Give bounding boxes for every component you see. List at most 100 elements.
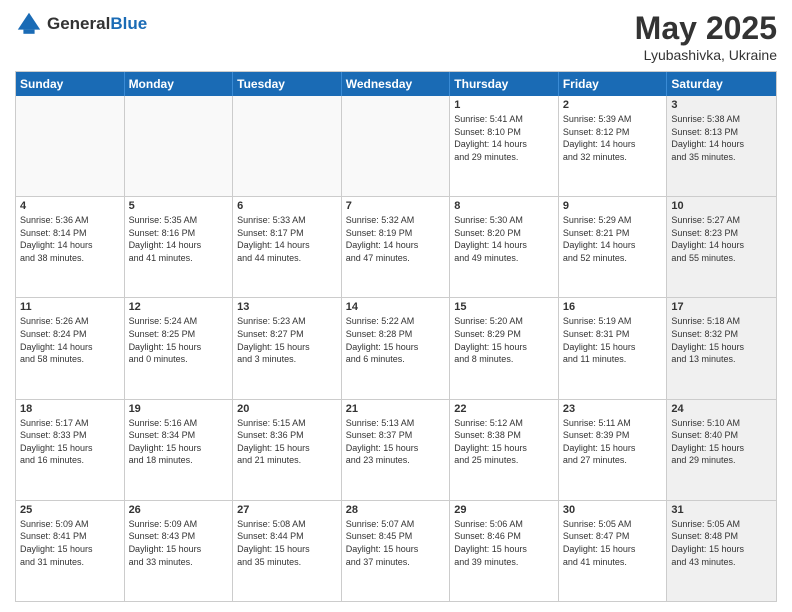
- cell-text: Sunrise: 5:05 AM Sunset: 8:47 PM Dayligh…: [563, 518, 663, 568]
- cell-text: Sunrise: 5:09 AM Sunset: 8:43 PM Dayligh…: [129, 518, 229, 568]
- day-number: 8: [454, 200, 554, 212]
- cal-cell: 27 Sunrise: 5:08 AM Sunset: 8:44 PM Dayli…: [233, 501, 342, 601]
- cal-cell: 16 Sunrise: 5:19 AM Sunset: 8:31 PM Dayli…: [559, 298, 668, 398]
- week-row-4: 25Sunrise: 5:09 AM Sunset: 8:41 PM Dayli…: [16, 501, 776, 601]
- day-number: 27: [237, 504, 337, 516]
- cell-text: Sunrise: 5:06 AM Sunset: 8:46 PM Dayligh…: [454, 518, 554, 568]
- cell-text: Sunrise: 5:27 AM Sunset: 8:23 PM Dayligh…: [671, 214, 772, 264]
- cal-cell: [233, 96, 342, 196]
- location: Lyubashivka, Ukraine: [635, 47, 777, 63]
- day-number: 28: [346, 504, 446, 516]
- cal-cell: 13 Sunrise: 5:23 AM Sunset: 8:27 PM Dayli…: [233, 298, 342, 398]
- day-number: 2: [563, 99, 663, 111]
- day-number: 11: [20, 301, 120, 313]
- page: GeneralBlue May 2025 Lyubashivka, Ukrain…: [0, 0, 792, 612]
- day-number: 12: [129, 301, 229, 313]
- cell-text: Sunrise: 5:33 AM Sunset: 8:17 PM Dayligh…: [237, 214, 337, 264]
- day-number: 9: [563, 200, 663, 212]
- day-number: 20: [237, 403, 337, 415]
- day-number: 3: [671, 99, 772, 111]
- cell-text: Sunrise: 5:15 AM Sunset: 8:36 PM Dayligh…: [237, 417, 337, 467]
- cell-text: Sunrise: 5:07 AM Sunset: 8:45 PM Dayligh…: [346, 518, 446, 568]
- day-number: 29: [454, 504, 554, 516]
- day-number: 31: [671, 504, 772, 516]
- cal-cell: 5 Sunrise: 5:35 AM Sunset: 8:16 PM Daylig…: [125, 197, 234, 297]
- day-number: 30: [563, 504, 663, 516]
- cal-cell: 18 Sunrise: 5:17 AM Sunset: 8:33 PM Dayli…: [16, 400, 125, 500]
- cell-text: Sunrise: 5:22 AM Sunset: 8:28 PM Dayligh…: [346, 315, 446, 365]
- cal-cell: [16, 96, 125, 196]
- calendar-body: 1Sunrise: 5:41 AM Sunset: 8:10 PM Daylig…: [16, 96, 776, 601]
- cell-text: Sunrise: 5:05 AM Sunset: 8:48 PM Dayligh…: [671, 518, 772, 568]
- day-number: 14: [346, 301, 446, 313]
- day-number: 6: [237, 200, 337, 212]
- cell-text: Sunrise: 5:38 AM Sunset: 8:13 PM Dayligh…: [671, 113, 772, 163]
- week-row-1: 4 Sunrise: 5:36 AM Sunset: 8:14 PM Daylig…: [16, 197, 776, 298]
- logo-general: GeneralBlue: [47, 14, 147, 34]
- cal-cell: 26Sunrise: 5:09 AM Sunset: 8:43 PM Dayli…: [125, 501, 234, 601]
- cell-text: Sunrise: 5:17 AM Sunset: 8:33 PM Dayligh…: [20, 417, 120, 467]
- day-number: 10: [671, 200, 772, 212]
- cell-text: Sunrise: 5:13 AM Sunset: 8:37 PM Dayligh…: [346, 417, 446, 467]
- cal-cell: 14 Sunrise: 5:22 AM Sunset: 8:28 PM Dayli…: [342, 298, 451, 398]
- logo-icon: [15, 10, 43, 38]
- calendar-header: SundayMondayTuesdayWednesdayThursdayFrid…: [16, 72, 776, 96]
- week-row-0: 1Sunrise: 5:41 AM Sunset: 8:10 PM Daylig…: [16, 96, 776, 197]
- cell-text: Sunrise: 5:39 AM Sunset: 8:12 PM Dayligh…: [563, 113, 663, 163]
- cal-cell: 3 Sunrise: 5:38 AM Sunset: 8:13 PM Daylig…: [667, 96, 776, 196]
- cal-cell: 7 Sunrise: 5:32 AM Sunset: 8:19 PM Daylig…: [342, 197, 451, 297]
- title-area: May 2025 Lyubashivka, Ukraine: [635, 10, 777, 63]
- day-number: 18: [20, 403, 120, 415]
- day-number: 23: [563, 403, 663, 415]
- day-number: 13: [237, 301, 337, 313]
- cal-cell: 15Sunrise: 5:20 AM Sunset: 8:29 PM Dayli…: [450, 298, 559, 398]
- week-row-2: 11Sunrise: 5:26 AM Sunset: 8:24 PM Dayli…: [16, 298, 776, 399]
- day-number: 25: [20, 504, 120, 516]
- cell-text: Sunrise: 5:11 AM Sunset: 8:39 PM Dayligh…: [563, 417, 663, 467]
- week-row-3: 18 Sunrise: 5:17 AM Sunset: 8:33 PM Dayli…: [16, 400, 776, 501]
- cal-cell: 12 Sunrise: 5:24 AM Sunset: 8:25 PM Dayli…: [125, 298, 234, 398]
- header-day-thursday: Thursday: [450, 72, 559, 96]
- cal-cell: 9Sunrise: 5:29 AM Sunset: 8:21 PM Daylig…: [559, 197, 668, 297]
- cal-cell: 23 Sunrise: 5:11 AM Sunset: 8:39 PM Dayli…: [559, 400, 668, 500]
- cal-cell: 25Sunrise: 5:09 AM Sunset: 8:41 PM Dayli…: [16, 501, 125, 601]
- cal-cell: 4 Sunrise: 5:36 AM Sunset: 8:14 PM Daylig…: [16, 197, 125, 297]
- cal-cell: 20 Sunrise: 5:15 AM Sunset: 8:36 PM Dayli…: [233, 400, 342, 500]
- cal-cell: 17 Sunrise: 5:18 AM Sunset: 8:32 PM Dayli…: [667, 298, 776, 398]
- header-day-saturday: Saturday: [667, 72, 776, 96]
- cell-text: Sunrise: 5:10 AM Sunset: 8:40 PM Dayligh…: [671, 417, 772, 467]
- day-number: 22: [454, 403, 554, 415]
- day-number: 24: [671, 403, 772, 415]
- header-day-wednesday: Wednesday: [342, 72, 451, 96]
- month-title: May 2025: [635, 10, 777, 47]
- day-number: 15: [454, 301, 554, 313]
- day-number: 17: [671, 301, 772, 313]
- cal-cell: 30 Sunrise: 5:05 AM Sunset: 8:47 PM Dayli…: [559, 501, 668, 601]
- cell-text: Sunrise: 5:12 AM Sunset: 8:38 PM Dayligh…: [454, 417, 554, 467]
- cell-text: Sunrise: 5:23 AM Sunset: 8:27 PM Dayligh…: [237, 315, 337, 365]
- cal-cell: 28 Sunrise: 5:07 AM Sunset: 8:45 PM Dayli…: [342, 501, 451, 601]
- cell-text: Sunrise: 5:19 AM Sunset: 8:31 PM Dayligh…: [563, 315, 663, 365]
- cell-text: Sunrise: 5:18 AM Sunset: 8:32 PM Dayligh…: [671, 315, 772, 365]
- cal-cell: 21Sunrise: 5:13 AM Sunset: 8:37 PM Dayli…: [342, 400, 451, 500]
- cell-text: Sunrise: 5:08 AM Sunset: 8:44 PM Dayligh…: [237, 518, 337, 568]
- cell-text: Sunrise: 5:24 AM Sunset: 8:25 PM Dayligh…: [129, 315, 229, 365]
- day-number: 4: [20, 200, 120, 212]
- cal-cell: 31 Sunrise: 5:05 AM Sunset: 8:48 PM Dayli…: [667, 501, 776, 601]
- day-number: 7: [346, 200, 446, 212]
- cal-cell: 8 Sunrise: 5:30 AM Sunset: 8:20 PM Daylig…: [450, 197, 559, 297]
- cell-text: Sunrise: 5:30 AM Sunset: 8:20 PM Dayligh…: [454, 214, 554, 264]
- day-number: 5: [129, 200, 229, 212]
- cell-text: Sunrise: 5:16 AM Sunset: 8:34 PM Dayligh…: [129, 417, 229, 467]
- day-number: 16: [563, 301, 663, 313]
- cell-text: Sunrise: 5:32 AM Sunset: 8:19 PM Dayligh…: [346, 214, 446, 264]
- day-number: 19: [129, 403, 229, 415]
- header-day-sunday: Sunday: [16, 72, 125, 96]
- cell-text: Sunrise: 5:35 AM Sunset: 8:16 PM Dayligh…: [129, 214, 229, 264]
- header-day-monday: Monday: [125, 72, 234, 96]
- cal-cell: 11Sunrise: 5:26 AM Sunset: 8:24 PM Dayli…: [16, 298, 125, 398]
- header-day-friday: Friday: [559, 72, 668, 96]
- cell-text: Sunrise: 5:36 AM Sunset: 8:14 PM Dayligh…: [20, 214, 120, 264]
- cal-cell: 6 Sunrise: 5:33 AM Sunset: 8:17 PM Daylig…: [233, 197, 342, 297]
- cal-cell: 29 Sunrise: 5:06 AM Sunset: 8:46 PM Dayli…: [450, 501, 559, 601]
